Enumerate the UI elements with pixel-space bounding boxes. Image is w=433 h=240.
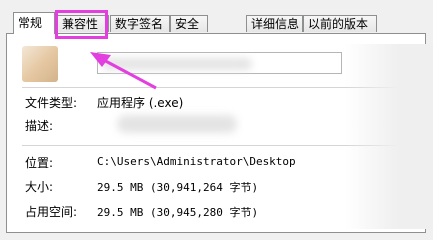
disk-size-value: 29.5 MB (30,945,280 字节) [97,206,259,219]
tab-previous-versions[interactable]: 以前的版本 [303,15,377,32]
right-blur-region [345,44,433,229]
file-icon [22,46,58,82]
blurred-description [117,115,237,133]
tab-details[interactable]: 详细信息 [246,15,303,32]
file-type-value: 应用程序 (.exe) [97,96,184,110]
disk-size-label: 占用空间: [25,205,78,219]
size-value: 29.5 MB (30,941,264 字节) [97,181,259,194]
blurred-file-name [102,58,252,70]
location-label: 位置: [25,156,54,170]
size-label: 大小: [25,180,54,194]
tab-general[interactable]: 常规 [13,12,55,34]
tab-digital-signatures[interactable]: 数字签名 [110,15,170,32]
location-value: C:\Users\Administrator\Desktop [97,155,296,168]
description-label: 描述: [25,119,54,133]
tab-security[interactable]: 安全 [170,15,208,32]
highlight-box [55,10,108,39]
file-type-label: 文件类型: [25,96,78,110]
